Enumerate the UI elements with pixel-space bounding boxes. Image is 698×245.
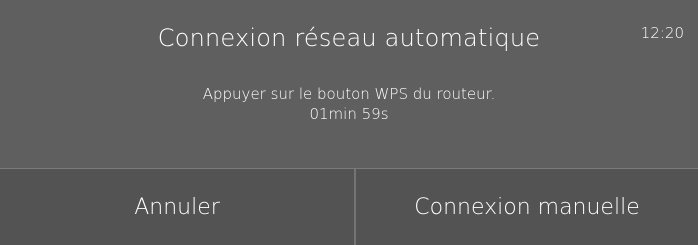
cancel-button[interactable]: Annuler [0, 169, 356, 245]
message-area: Appuyer sur le bouton WPS du routeur. 01… [0, 84, 698, 124]
dialog-title: Connexion réseau automatique [157, 24, 541, 52]
wps-instruction: Appuyer sur le bouton WPS du routeur. [202, 85, 496, 103]
manual-connection-button[interactable]: Connexion manuelle [356, 169, 698, 245]
button-bar: Annuler Connexion manuelle [0, 168, 698, 245]
clock: 12:20 [640, 24, 684, 42]
countdown-timer: 01min 59s [309, 105, 389, 123]
wps-connection-dialog: Connexion réseau automatique 12:20 Appuy… [0, 0, 698, 245]
